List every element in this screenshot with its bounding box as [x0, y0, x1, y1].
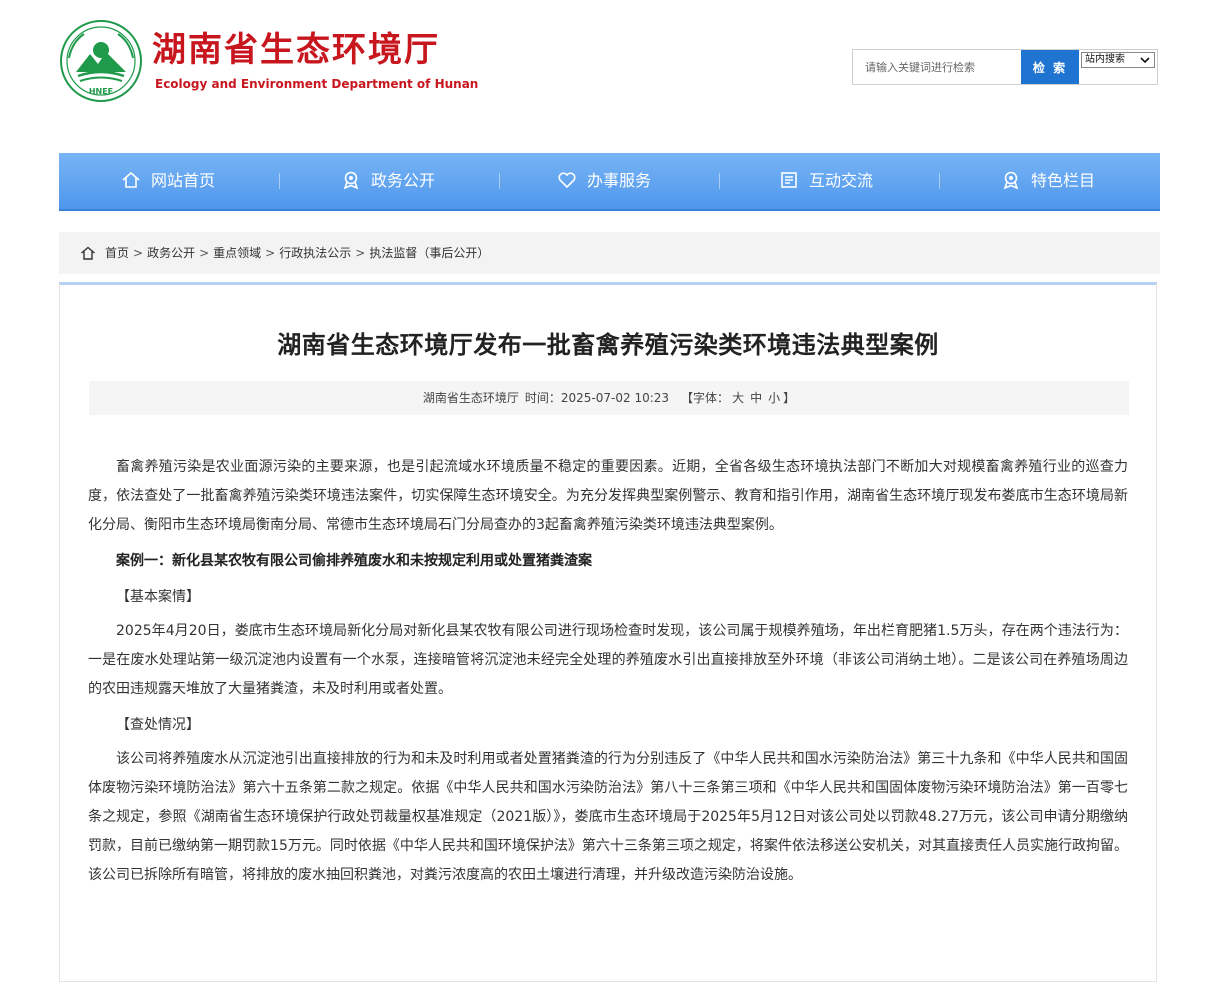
- article-intro: 畜禽养殖污染是农业面源污染的主要来源，也是引起流域水环境质量不稳定的重要因素。近…: [88, 459, 1128, 533]
- badge-icon: [1003, 171, 1019, 189]
- nav-item-label: 办事服务: [587, 171, 652, 190]
- breadcrumb: 首页 > 政务公开 > 重点领域 > 行政执法公示 > 执法监督（事后公开）: [59, 232, 1160, 274]
- main-nav: 网站首页 政务公开 办事服务 互动交流 特色栏目: [59, 153, 1160, 211]
- site-subtitle: Ecology and Environment Department of Hu…: [155, 77, 479, 91]
- nav-item-label: 网站首页: [151, 171, 216, 190]
- home-icon: [122, 171, 140, 188]
- article-source: 湖南省生态环境厅: [422, 391, 519, 405]
- article-meta: 湖南省生态环境厅 时间：2025-07-02 10:23 【字体：大中小】: [89, 381, 1129, 415]
- basic-facts-label: 【基本案情】: [116, 589, 200, 605]
- font-size-small-button[interactable]: 小: [768, 391, 780, 405]
- nav-item-interaction[interactable]: 互动交流: [779, 153, 873, 209]
- font-size-medium-button[interactable]: 中: [750, 391, 762, 405]
- home-icon: [81, 246, 95, 260]
- nav-item-government-affairs[interactable]: 政务公开: [341, 153, 435, 209]
- handling-label: 【查处情况】: [116, 717, 200, 733]
- article-time: 2025-07-02 10:23: [560, 391, 670, 405]
- document-icon: [781, 171, 797, 188]
- breadcrumb-separator: >: [199, 246, 210, 260]
- nav-separator: [499, 173, 500, 189]
- nav-item-featured[interactable]: 特色栏目: [1001, 153, 1095, 209]
- nav-separator: [279, 173, 280, 189]
- nav-item-label: 特色栏目: [1031, 171, 1096, 190]
- article-title: 湖南省生态环境厅发布一批畜禽养殖污染类环境违法典型案例: [277, 331, 939, 359]
- nav-item-services[interactable]: 办事服务: [557, 153, 651, 209]
- breadcrumb-item-enforcement-supervision[interactable]: 执法监督（事后公开）: [369, 246, 489, 260]
- font-size-label: 【字体：: [681, 391, 730, 405]
- nav-item-home[interactable]: 网站首页: [121, 153, 215, 209]
- article-time-label: 时间：: [524, 391, 561, 405]
- article-container: 湖南省生态环境厅发布一批畜禽养殖污染类环境违法典型案例 湖南省生态环境厅 时间：2…: [59, 282, 1157, 982]
- site-title[interactable]: 湖南省生态环境厅: [152, 30, 440, 70]
- case-1-title: 案例一：新化县某农牧有限公司偷排养殖废水和未按规定利用或处置猪粪渣案: [116, 553, 592, 569]
- chevron-down-icon: [1140, 53, 1150, 71]
- article-body: 畜禽养殖污染是农业面源污染的主要来源，也是引起流域水环境质量不稳定的重要因素。近…: [88, 453, 1128, 890]
- search-scope-value: 站内搜索: [1085, 54, 1125, 65]
- search-bar: 检 索 站内搜索: [852, 49, 1158, 85]
- nav-separator: [939, 173, 940, 189]
- nav-item-label: 政务公开: [371, 171, 436, 190]
- nav-item-label: 互动交流: [809, 171, 874, 190]
- breadcrumb-item-government-affairs[interactable]: 政务公开: [147, 246, 195, 260]
- hnee-emblem-logo[interactable]: HNEE: [60, 20, 142, 102]
- basic-facts-text: 2025年4月20日，娄底市生态环境局新化分局对新化县某农牧有限公司进行现场检查…: [88, 623, 1128, 697]
- font-size-large-button[interactable]: 大: [732, 391, 744, 405]
- breadcrumb-separator: >: [265, 246, 276, 260]
- svg-text:HNEE: HNEE: [89, 87, 113, 96]
- breadcrumb-trail: 首页 > 政务公开 > 重点领域 > 行政执法公示 > 执法监督（事后公开）: [105, 232, 489, 274]
- search-scope-select[interactable]: 站内搜索: [1081, 52, 1155, 68]
- heart-icon: [558, 171, 576, 188]
- search-input[interactable]: [853, 50, 1021, 84]
- breadcrumb-item-home[interactable]: 首页: [105, 246, 129, 260]
- nav-separator: [719, 173, 720, 189]
- handling-text: 该公司将养殖废水从沉淀池引出直接排放的行为和未及时利用或者处置猪粪渣的行为分别违…: [88, 751, 1128, 883]
- badge-icon: [343, 171, 359, 189]
- font-size-label-end: 】: [783, 391, 796, 405]
- breadcrumb-item-enforcement-disclosure[interactable]: 行政执法公示: [279, 246, 351, 260]
- site-header: HNEE 湖南省生态环境厅 Ecology and Environment De…: [0, 0, 1218, 150]
- breadcrumb-item-key-areas[interactable]: 重点领域: [213, 246, 261, 260]
- breadcrumb-separator: >: [133, 246, 144, 260]
- breadcrumb-separator: >: [355, 246, 366, 260]
- search-button[interactable]: 检 索: [1021, 50, 1079, 84]
